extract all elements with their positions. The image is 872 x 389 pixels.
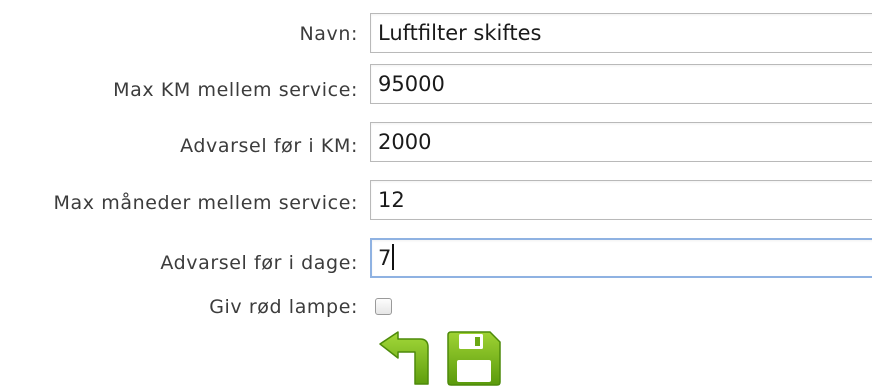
advarsel-dage-label: Advarsel før i dage: [160, 252, 358, 274]
navn-label: Navn: [299, 23, 358, 45]
max-maaneder-label: Max måneder mellem service: [53, 192, 358, 214]
return-arrow-graphic [379, 331, 429, 385]
roed-lampe-checkbox[interactable] [375, 298, 392, 315]
service-form: Navn: Luftfilter skiftes Max KM mellem s… [0, 0, 872, 389]
return-arrow-icon[interactable] [378, 330, 434, 386]
advarsel-km-label: Advarsel før i KM: [180, 135, 358, 157]
floppy-disk-icon[interactable] [446, 330, 502, 386]
advarsel-dage-value: 7 [378, 246, 392, 270]
max-maaneder-input[interactable]: 12 [370, 180, 872, 220]
floppy-disk-graphic [447, 331, 501, 386]
text-cursor [392, 244, 395, 270]
navn-input[interactable]: Luftfilter skiftes [370, 13, 872, 53]
advarsel-km-input[interactable]: 2000 [370, 122, 872, 162]
max-km-input[interactable]: 95000 [370, 64, 872, 104]
advarsel-dage-input[interactable]: 7 [370, 238, 872, 278]
roed-lampe-label: Giv rød lampe: [209, 296, 358, 318]
max-km-label: Max KM mellem service: [113, 79, 358, 101]
